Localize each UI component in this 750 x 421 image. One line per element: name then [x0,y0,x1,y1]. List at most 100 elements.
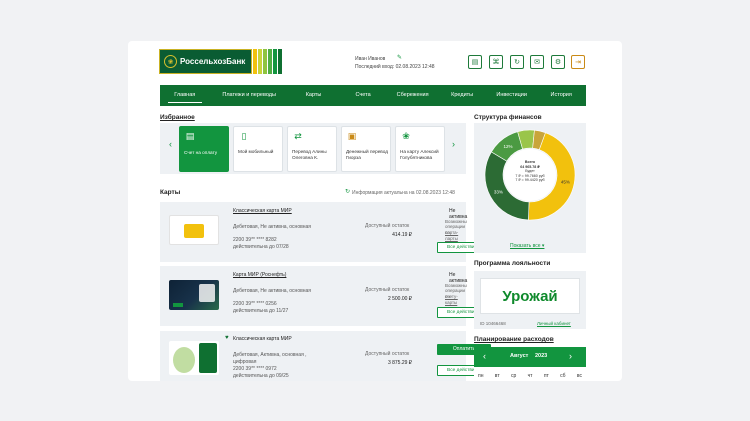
card-valid: действительна до 07/28 [233,244,289,250]
balance-label: Доступный остаток [365,223,410,229]
weekday: пн [478,373,484,379]
calendar-year: 2023 [535,353,548,359]
card-image [169,215,219,245]
finance-title: Структура финансов [474,114,542,121]
gear-icon[interactable]: ⚙ [551,55,565,69]
chevron-left-icon[interactable]: ‹ [483,351,486,361]
card-number: 2200 39** **** 8282 [233,237,277,243]
emblem-icon: ❀ [164,55,177,68]
bottle-graphic [199,284,215,302]
card-row[interactable]: Карта МИР (Роснефть) Дебетовая, Не актив… [160,266,491,326]
favorite-label: На карту Алексий Голубятникова [400,149,439,160]
nav-item-history[interactable]: История [536,85,586,106]
card-name[interactable]: Карта МИР (Роснефть) [233,272,286,278]
favorite-label: Счет на оплату [184,150,218,155]
balance-label: Доступный остаток [365,351,410,357]
donut-center: Всего 64 965.78 ₽ Будет 7 ₽ = 99.7660 ру… [500,160,560,183]
balance-value: 3 875.29 ₽ [387,360,412,366]
money-icon: ▣ [347,130,357,141]
weekday: вс [576,373,582,379]
planning-title[interactable]: Планирование расходов [474,336,554,343]
transfer-icon: ⇄ [294,130,302,141]
favorite-item-phone[interactable]: ▯ Мой мобильный [233,126,283,172]
favorite-item-card-transfer[interactable]: ❀ На карту Алексий Голубятникова [395,126,445,172]
nav-item-accounts[interactable]: Счета [338,85,388,106]
card-row[interactable]: ♥ Классическая карта МИР Дебетовая, Акти… [160,331,491,381]
card-image [169,280,219,310]
favorite-heart-icon[interactable]: ♥ [225,335,229,341]
loyalty-title: Программа лояльности [474,260,551,267]
main-nav: Главная Платежи и переводы Карты Счета С… [160,85,586,106]
chevron-right-icon[interactable]: › [452,139,455,149]
balance-label: Доступный остаток [365,287,410,293]
finance-panel: 45% 33% 12% Всего 64 965.78 ₽ Будет 7 ₽ = … [474,123,586,253]
card-type: Дебетовая, Активна, основная , [233,352,307,358]
loyalty-logo-text: Урожай [502,287,558,305]
bank-logo[interactable]: ❀ РоссельхозБанк [159,49,286,74]
exit-icon[interactable]: ⇥ [571,55,585,69]
card-note-link[interactable]: сарта-ларты [445,230,466,241]
cards-title: Карты [160,189,181,196]
user-name: Иван Иванов [355,56,386,62]
nav-item-payments[interactable]: Платежи и переводы [210,85,289,106]
nav-item-cards[interactable]: Карты [289,85,339,106]
favorite-item-transfer[interactable]: ⇄ Перевод Алины Олеговна К. [287,126,337,172]
personal-cabinet-link[interactable]: Личный кабинет [537,321,571,327]
weekday: сб [560,373,566,379]
leaf-graphic [173,347,195,373]
nav-item-credits[interactable]: Кредиты [437,85,487,106]
donut-data-label: 12% [504,144,513,149]
favorites-title[interactable]: Избранное [160,114,195,121]
nav-item-investments[interactable]: Инвестиции [487,85,537,106]
card-row[interactable]: Классическая карта МИР Дебетовая, Не акт… [160,202,491,262]
donut-data-label: 45% [561,179,570,184]
weekday: вт [494,373,500,379]
logo-stripes [252,49,282,74]
favorite-label: Мой мобильный [238,149,274,154]
mail-icon[interactable]: ✉ [530,55,544,69]
loyalty-id: ID 10466468 [480,321,506,326]
card-number: 2200 39** **** 0972 [233,366,277,372]
nav-item-main[interactable]: Главная [160,85,210,106]
chevron-left-icon[interactable]: ‹ [169,139,172,149]
favorite-label: Перевод Алины Олеговна К. [292,149,327,160]
app-window: ❀ РоссельхозБанк Иван Иванов ✎ Последний… [128,41,622,381]
calendar-month: Август [510,353,529,359]
logo-badge: ❀ РоссельхозБанк [159,49,252,74]
refresh-icon[interactable]: ↻ [345,188,350,195]
cards-info: Информация актуальна на 02.08.2023 12:48 [352,190,455,196]
finance-donut-chart: 45% 33% 12% [484,129,576,221]
balance-value: 2 500.00 ₽ [387,296,412,302]
favorite-label: Денежный перевод Гиорза [346,149,388,160]
donut-data-label: 33% [494,190,503,195]
card-number: 2200 39** **** 0256 [233,301,277,307]
chip-icon [184,224,204,238]
document-icon[interactable]: ▤ [468,55,482,69]
card-thumbnail [199,343,217,373]
invoice-icon: ▤ [185,130,195,141]
weekday: чт [527,373,533,379]
nav-item-savings[interactable]: Сбережения [388,85,438,106]
phone-icon: ▯ [241,130,247,141]
card-note-link[interactable]: счету-карты [445,294,466,305]
card-valid: действительна до 11/27 [233,308,289,314]
planning-panel: ‹ Август 2023 › пн вт ср чт пт сб вс [474,347,586,381]
weekday-row: пн вт ср чт пт сб вс [478,373,582,379]
edit-icon[interactable]: ✎ [397,54,402,61]
receipt-icon[interactable]: ⌘ [489,55,503,69]
weekday: ср [510,373,517,379]
card-name[interactable]: Классическая карта МИР [233,208,292,214]
show-all-link[interactable]: Показать все ▾ [510,243,544,249]
chevron-right-icon[interactable]: › [569,351,572,361]
card-name[interactable]: Классическая карта МИР [233,336,292,342]
favorites-panel: ‹ ▤ Счет на оплату ▯ Мой мобильный ⇄ Пер… [160,123,466,174]
refresh-icon[interactable]: ↻ [510,55,524,69]
loyalty-logo[interactable]: Урожай [480,278,580,314]
card-type: Дебетовая, Не активна, основная [233,288,312,294]
center-line2: 7 ₽ = 99.4420 руб [515,178,545,183]
favorite-item-money[interactable]: ▣ Денежный перевод Гиорза [341,126,391,172]
favorite-item-invoice[interactable]: ▤ Счет на оплату [179,126,229,172]
calendar-header: ‹ Август 2023 › [474,347,586,367]
card-transfer-icon: ❀ [402,130,410,141]
card-image [169,341,219,375]
